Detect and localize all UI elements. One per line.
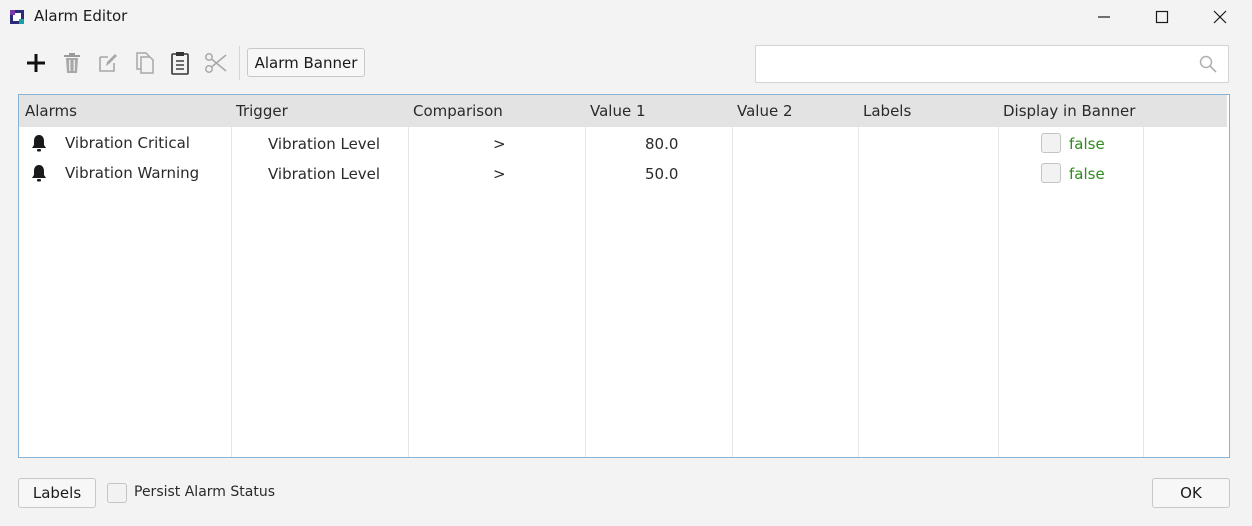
close-button[interactable] bbox=[1191, 0, 1249, 34]
persist-alarm-status-checkbox[interactable] bbox=[107, 483, 127, 503]
labels-button[interactable]: Labels bbox=[18, 478, 96, 508]
edit-alarm-button[interactable] bbox=[94, 48, 122, 78]
cut-icon bbox=[205, 53, 227, 73]
delete-alarm-button[interactable] bbox=[58, 48, 86, 78]
persist-alarm-status-label: Persist Alarm Status bbox=[134, 484, 275, 500]
alarm-name: Vibration Warning bbox=[65, 164, 200, 182]
labels-button-label: Labels bbox=[32, 484, 82, 502]
add-icon bbox=[27, 54, 45, 72]
header-value2[interactable]: Value 2 bbox=[737, 102, 793, 120]
column-divider bbox=[585, 127, 586, 457]
bell-icon bbox=[32, 135, 46, 152]
column-divider bbox=[408, 127, 409, 457]
header-trigger[interactable]: Trigger bbox=[236, 102, 288, 120]
column-divider bbox=[998, 127, 999, 457]
comparison-value: > bbox=[493, 165, 506, 183]
add-alarm-button[interactable] bbox=[22, 48, 50, 78]
title-bar: Alarm Editor bbox=[0, 0, 1252, 34]
table-header: Alarms Trigger Comparison Value 1 Value … bbox=[19, 95, 1227, 127]
alarm-banner-button[interactable]: Alarm Banner bbox=[247, 48, 365, 77]
search-input[interactable] bbox=[764, 52, 1184, 76]
ok-button[interactable]: OK bbox=[1152, 478, 1230, 508]
delete-icon bbox=[64, 53, 80, 73]
column-divider bbox=[732, 127, 733, 457]
search-box[interactable] bbox=[755, 45, 1229, 83]
header-alarms[interactable]: Alarms bbox=[25, 102, 77, 120]
value1: 50.0 bbox=[645, 165, 679, 183]
paste-alarm-button[interactable] bbox=[166, 48, 194, 78]
header-labels[interactable]: Labels bbox=[863, 102, 911, 120]
search-icon[interactable] bbox=[1199, 55, 1217, 73]
minimize-icon bbox=[1098, 16, 1110, 18]
trigger-value: Vibration Level bbox=[268, 135, 381, 153]
trigger-value: Vibration Level bbox=[268, 165, 381, 183]
minimize-button[interactable] bbox=[1075, 0, 1133, 34]
close-icon bbox=[1213, 10, 1227, 24]
cut-alarm-button[interactable] bbox=[202, 48, 230, 78]
alarm-name: Vibration Critical bbox=[65, 134, 190, 152]
comparison-value: > bbox=[493, 135, 506, 153]
maximize-button[interactable] bbox=[1133, 0, 1191, 34]
bell-icon bbox=[32, 165, 46, 182]
toolbar-divider bbox=[239, 46, 240, 80]
edit-icon bbox=[99, 54, 117, 72]
column-divider bbox=[231, 127, 232, 457]
value1: 80.0 bbox=[645, 135, 679, 153]
window-title: Alarm Editor bbox=[34, 7, 128, 25]
header-value1[interactable]: Value 1 bbox=[590, 102, 646, 120]
paste-icon bbox=[171, 52, 189, 75]
display-in-banner-checkbox[interactable] bbox=[1041, 163, 1061, 183]
copy-alarm-button[interactable] bbox=[131, 48, 159, 78]
column-divider bbox=[1143, 127, 1144, 457]
maximize-icon bbox=[1155, 10, 1169, 24]
alarm-banner-label: Alarm Banner bbox=[254, 53, 358, 72]
display-in-banner-checkbox[interactable] bbox=[1041, 133, 1061, 153]
display-in-banner-value: false bbox=[1069, 135, 1105, 153]
alarm-table[interactable]: Alarms Trigger Comparison Value 1 Value … bbox=[18, 94, 1230, 458]
copy-icon bbox=[136, 52, 154, 74]
display-in-banner-value: false bbox=[1069, 165, 1105, 183]
app-icon bbox=[10, 10, 24, 24]
header-display-in-banner[interactable]: Display in Banner bbox=[1003, 102, 1135, 120]
header-comparison[interactable]: Comparison bbox=[413, 102, 503, 120]
column-divider bbox=[858, 127, 859, 457]
ok-button-label: OK bbox=[1180, 484, 1202, 502]
